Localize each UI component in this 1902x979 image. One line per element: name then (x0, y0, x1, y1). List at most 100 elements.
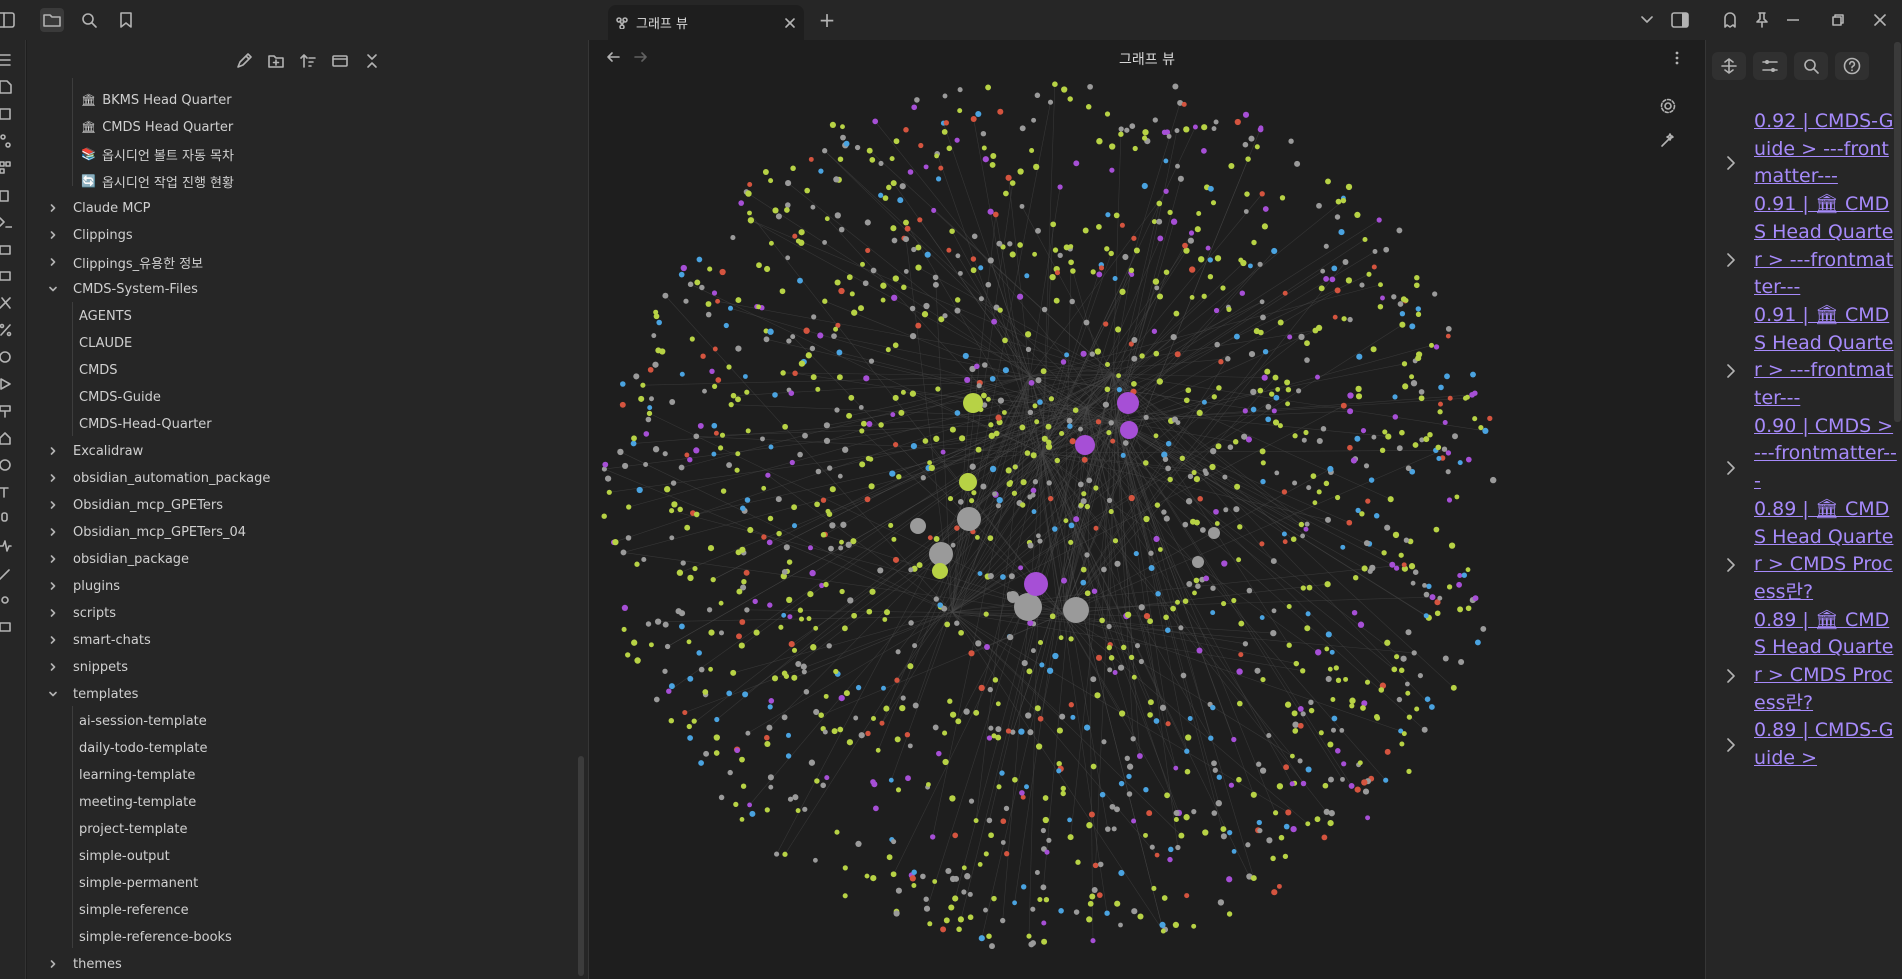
folder-item[interactable]: themes (47, 951, 122, 977)
chevron-right-icon[interactable] (49, 636, 57, 644)
chevron-right-icon[interactable] (49, 501, 57, 509)
chevron-right-icon[interactable] (49, 555, 57, 563)
file-item[interactable]: simple-reference-books (79, 924, 232, 950)
hub-icon[interactable] (0, 593, 12, 607)
result-link[interactable]: 0.92 | CMDS-Guide > ---frontmatter--- (1754, 108, 1897, 191)
wand-icon[interactable] (0, 566, 12, 580)
calendar-icon[interactable] (0, 107, 12, 121)
home-icon[interactable] (0, 431, 12, 445)
chevron-right-icon[interactable] (1726, 669, 1736, 683)
result-link[interactable]: 0.90 | CMDS > ---frontmatter--- (1754, 413, 1897, 496)
file-item[interactable]: 📚 옵시디언 볼트 자동 목차 (81, 141, 234, 167)
folder-item[interactable]: plugins (47, 573, 120, 599)
file-item[interactable]: CLAUDE (79, 330, 132, 356)
folder-item[interactable]: snippets (47, 654, 128, 680)
folder-item[interactable]: templates (47, 681, 138, 707)
window-close-icon[interactable] (1870, 10, 1890, 30)
activity-icon[interactable] (0, 539, 12, 553)
files-tab-folder-icon[interactable] (40, 8, 64, 32)
robot-icon[interactable] (0, 242, 12, 256)
folder-item[interactable]: obsidian_automation_package (47, 465, 270, 491)
graph-nodes-icon[interactable] (0, 134, 12, 148)
sliders-icon[interactable] (1753, 52, 1787, 80)
folder-item[interactable]: Obsidian_mcp_GPETers (47, 492, 223, 518)
play-icon[interactable] (0, 377, 12, 391)
chevron-down-icon[interactable] (49, 285, 57, 293)
collapse-all-icon[interactable] (361, 50, 383, 72)
chevron-right-icon[interactable] (1726, 364, 1736, 378)
result-link[interactable]: 0.89 | CMDS-Guide > (1754, 717, 1897, 772)
tab-graph-view[interactable]: 그래프 뷰 (608, 5, 804, 40)
folder-item[interactable]: obsidian_package (47, 546, 189, 572)
right-sidebar-toggle-icon[interactable] (1670, 10, 1690, 30)
file-item[interactable]: meeting-template (79, 789, 196, 815)
brush-icon[interactable] (0, 404, 12, 418)
file-item[interactable]: 🔄 옵시디언 작업 진행 현황 (81, 168, 234, 194)
percent-icon[interactable] (0, 323, 12, 337)
folder-item[interactable]: Clippings_유용한 정보 (47, 249, 203, 275)
sort-icon[interactable] (297, 50, 319, 72)
chevron-right-icon[interactable] (49, 474, 57, 482)
copy-icon[interactable] (0, 188, 12, 202)
sidebar-scrollbar[interactable] (578, 756, 584, 976)
sidebar-toggle-icon[interactable] (0, 8, 18, 32)
file-item[interactable]: 🏛 BKMS Head Quarter (81, 87, 232, 113)
file-icon[interactable] (0, 80, 12, 94)
right-panel-scrollbar[interactable] (1894, 42, 1901, 422)
chevron-right-icon[interactable] (1726, 156, 1736, 171)
file-item[interactable]: CMDS-Guide (79, 384, 161, 410)
new-note-icon[interactable] (233, 50, 255, 72)
restore-icon[interactable] (1828, 10, 1848, 30)
graph-settings-gear-icon[interactable] (1660, 98, 1676, 114)
connection-result[interactable]: 0.91 | 🏛 CMDS Head Quarter > ---frontmat… (1706, 191, 1902, 302)
file-item[interactable]: AGENTS (79, 303, 132, 329)
file-item[interactable]: simple-output (79, 843, 170, 869)
minimize-icon[interactable] (1783, 10, 1803, 30)
connection-result[interactable]: 0.89 | CMDS-Guide > (1706, 717, 1902, 772)
connection-result[interactable]: 0.89 | 🏛 CMDS Head Quarter > CMDS Proces… (1706, 496, 1902, 607)
microphone-icon[interactable] (0, 512, 12, 526)
file-item[interactable]: ai-session-template (79, 708, 207, 734)
file-item[interactable]: learning-template (79, 762, 195, 788)
result-link[interactable]: 0.91 | 🏛 CMDS Head Quarter > ---frontmat… (1754, 191, 1897, 302)
chevron-right-icon[interactable] (49, 582, 57, 590)
result-link[interactable]: 0.89 | 🏛 CMDS Head Quarter > CMDS Proces… (1754, 496, 1897, 607)
chevron-right-icon[interactable] (1726, 738, 1736, 752)
new-tab-button[interactable]: + (816, 8, 838, 32)
animate-wand-icon[interactable] (1660, 132, 1676, 148)
result-link[interactable]: 0.91 | 🏛 CMDS Head Quarter > ---frontmat… (1754, 302, 1897, 413)
file-item[interactable]: simple-permanent (79, 870, 198, 896)
tools-icon[interactable] (0, 296, 12, 310)
folder-item[interactable]: CMDS-System-Files (47, 276, 198, 302)
folder-item[interactable]: smart-chats (47, 627, 151, 653)
folder-item[interactable]: scripts (47, 600, 116, 626)
pin-icon[interactable] (1752, 10, 1772, 30)
chevron-right-icon[interactable] (49, 447, 57, 455)
chevron-right-icon[interactable] (49, 528, 57, 536)
file-item[interactable]: simple-reference (79, 897, 189, 923)
chevron-right-icon[interactable] (49, 258, 57, 266)
close-tab-icon[interactable] (784, 17, 796, 29)
search-panel-icon[interactable] (1794, 52, 1828, 80)
search-icon[interactable] (77, 8, 101, 32)
connection-result[interactable]: 0.89 | 🏛 CMDS Head Quarter > CMDS Proces… (1706, 607, 1902, 718)
folder-item[interactable]: Obsidian_mcp_GPETers_04 (47, 519, 246, 545)
expand-collapse-icon[interactable] (1712, 52, 1746, 80)
slides-icon[interactable] (0, 269, 12, 283)
translate-icon[interactable] (0, 485, 12, 499)
file-item[interactable]: CMDS (79, 357, 118, 383)
chevron-right-icon[interactable] (1726, 558, 1736, 572)
bookmark-icon[interactable] (114, 8, 138, 32)
chevron-right-icon[interactable] (49, 231, 57, 239)
connection-result[interactable]: 0.91 | 🏛 CMDS Head Quarter > ---frontmat… (1706, 302, 1902, 413)
layout-grid-icon[interactable] (0, 161, 12, 175)
chevron-right-icon[interactable] (1726, 461, 1736, 475)
file-item[interactable]: project-template (79, 816, 188, 842)
chevron-right-icon[interactable] (1726, 253, 1736, 268)
chevron-right-icon[interactable] (49, 663, 57, 671)
graph-canvas[interactable] (590, 80, 1704, 979)
file-item[interactable]: 🏛 CMDS Head Quarter (81, 114, 233, 140)
file-item[interactable]: CMDS-Head-Quarter (79, 411, 212, 437)
chevron-down-icon[interactable] (49, 690, 57, 698)
terminal-icon[interactable] (0, 215, 12, 229)
